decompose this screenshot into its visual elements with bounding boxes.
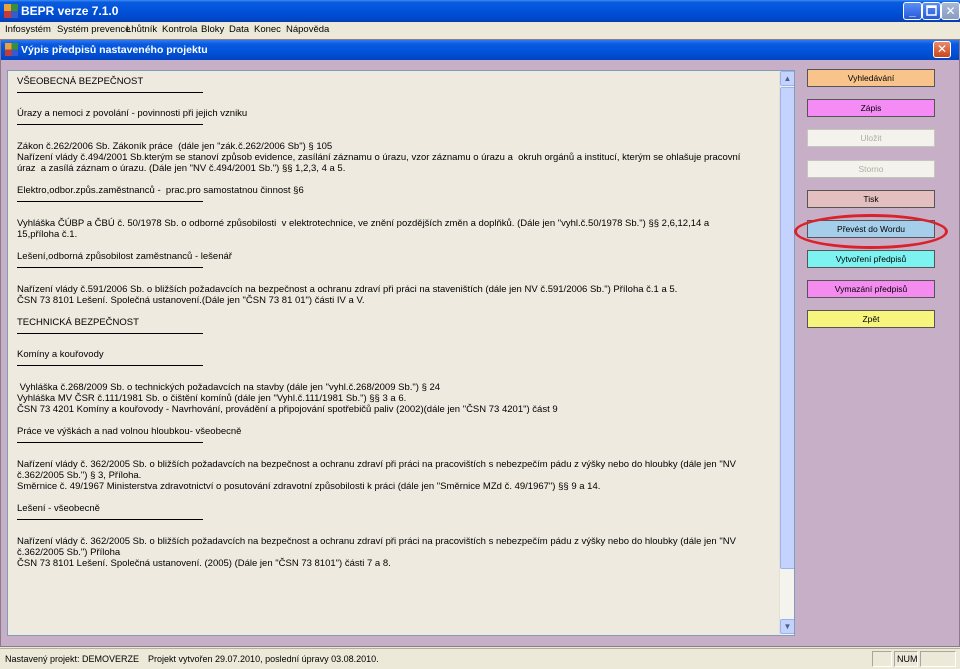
close-icon: ✕: [936, 42, 948, 56]
delete-regulations-button[interactable]: Vymazání předpisů: [807, 280, 935, 298]
chevron-up-icon: ▲: [783, 74, 792, 83]
back-button[interactable]: Zpět: [807, 310, 935, 328]
restore-icon: [926, 5, 937, 16]
menu-kontrola[interactable]: Kontrola: [162, 24, 197, 35]
scroll-down-button[interactable]: ▼: [780, 619, 794, 634]
minimize-button[interactable]: _: [903, 2, 922, 20]
maximize-button[interactable]: [922, 2, 941, 20]
regulations-close-button[interactable]: ✕: [933, 41, 951, 58]
menu-napoveda[interactable]: Nápověda: [286, 24, 329, 35]
menubar: Infosystém Systém prevence Lhůtník Kontr…: [0, 22, 960, 38]
highlight-ellipse: [794, 214, 948, 249]
regulation-text: Nařízení vlády č. 362/2005 Sb. o bližšíc…: [17, 459, 736, 492]
regulations-window: Výpis předpisů nastaveného projektu ✕ VŠ…: [0, 39, 960, 647]
write-button[interactable]: Zápis: [807, 99, 935, 117]
section-heading: Lešení - všeobecně: [17, 503, 203, 520]
save-button[interactable]: Uložit: [807, 129, 935, 147]
regulation-text: Nařízení vlády č.591/2006 Sb. o bližších…: [17, 284, 678, 306]
status-project: Nastavený projekt: DEMOVERZE: [5, 654, 140, 664]
menu-konec[interactable]: Konec: [254, 24, 281, 35]
menu-infosystem[interactable]: Infosystém: [5, 24, 51, 35]
app-title: BEPR verze 7.1.0: [21, 4, 119, 18]
regulation-text: Vyhláška č.268/2009 Sb. o technických po…: [17, 382, 558, 415]
chevron-down-icon: ▼: [783, 622, 792, 631]
regulation-text: Zákon č.262/2006 Sb. Zákoník práce (dále…: [17, 141, 741, 174]
app-title-bar[interactable]: BEPR verze 7.1.0 _ ✕: [0, 0, 960, 22]
regulations-window-title: Výpis předpisů nastaveného projektu: [21, 44, 208, 56]
section-heading: Úrazy a nemoci z povolání - povinnosti p…: [17, 108, 247, 125]
create-regulations-button[interactable]: Vytvoření předpisů: [807, 250, 935, 268]
status-num-panel: NUM: [894, 651, 918, 667]
search-button[interactable]: Vyhledávání: [807, 69, 935, 87]
section-heading: Komíny a kouřovody: [17, 349, 203, 366]
section-heading: Lešení,odborná způsobilost zaměstnanců -…: [17, 251, 232, 268]
vertical-scrollbar[interactable]: ▲ ▼: [779, 71, 794, 635]
print-button[interactable]: Tisk: [807, 190, 935, 208]
scroll-thumb[interactable]: [780, 87, 794, 569]
menu-bloky[interactable]: Bloky: [201, 24, 224, 35]
num-lock-indicator: NUM: [897, 654, 918, 664]
regulations-window-title-bar[interactable]: Výpis předpisů nastaveného projektu ✕: [1, 40, 959, 60]
section-heading: TECHNICKÁ BEZPEČNOST: [17, 317, 203, 334]
status-panel: [920, 651, 956, 667]
regulations-text: VŠEOBECNÁ BEZPEČNOST Úrazy a nemoci z po…: [17, 75, 775, 569]
status-bar: Nastavený projekt: DEMOVERZE Projekt vyt…: [0, 648, 960, 669]
app-icon: [5, 43, 18, 56]
regulation-text: Nařízení vlády č. 362/2005 Sb. o bližšíc…: [17, 536, 736, 569]
status-panel: [872, 651, 892, 667]
cancel-button[interactable]: Storno: [807, 160, 935, 178]
section-heading: VŠEOBECNÁ BEZPEČNOST: [17, 76, 204, 93]
close-icon: ✕: [945, 4, 956, 18]
menu-lhutnik[interactable]: Lhůtník: [126, 24, 157, 35]
section-heading: Elektro,odbor.způs.zaměstnanců - prac.pr…: [17, 185, 304, 202]
minimize-icon: _: [909, 4, 916, 18]
menu-system-prevence[interactable]: Systém prevence: [57, 24, 130, 35]
regulations-text-area[interactable]: VŠEOBECNÁ BEZPEČNOST Úrazy a nemoci z po…: [7, 70, 795, 636]
menu-data[interactable]: Data: [229, 24, 249, 35]
scroll-up-button[interactable]: ▲: [780, 71, 794, 86]
section-heading: Práce ve výškách a nad volnou hloubkou- …: [17, 426, 241, 443]
close-button[interactable]: ✕: [941, 2, 960, 20]
app-icon: [4, 4, 18, 18]
regulation-text: Vyhláška ČÚBP a ČBÚ č. 50/1978 Sb. o odb…: [17, 218, 710, 240]
status-project-info: Projekt vytvořen 29.07.2010, poslední úp…: [148, 654, 379, 664]
